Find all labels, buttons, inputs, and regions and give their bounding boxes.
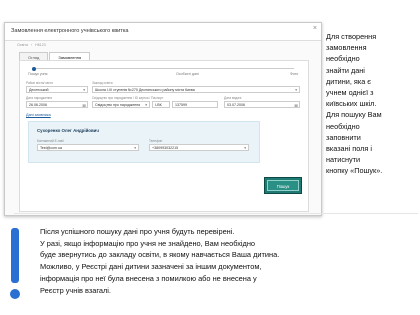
instruction-side-text: Для створення замовлення необхідно знайт… <box>326 31 418 177</box>
breadcrumb-item[interactable]: НК123 <box>35 43 46 47</box>
search-button[interactable]: Пошук <box>267 180 299 191</box>
dob-value: 26.06.2006 <box>29 103 47 107</box>
step-personal: Особисті дані <box>176 72 199 76</box>
city-label: Район міста/ місто <box>26 81 54 85</box>
note-line: буде звернутись до закладу освіти, в яко… <box>40 250 280 260</box>
phone-value: +380993032215 <box>152 146 179 150</box>
step-search: Пошук учня <box>28 72 48 76</box>
note-line: інформація про неї була внесена з помилк… <box>40 273 257 283</box>
side-text-line: Для пошуку Вам <box>326 110 382 120</box>
side-text-line: замовлення <box>326 43 367 53</box>
document-type-value: Свідоцтво про народження <box>95 103 141 107</box>
email-label: Контактний E-mail <box>37 139 64 143</box>
school-value: Школа І-ІІІ ступенів №270 Деснянського р… <box>95 88 195 92</box>
applicant-section-title[interactable]: Дані заявника <box>26 113 51 117</box>
applicant-card: Сухоренко Олег Андрійович Контактний E-m… <box>28 121 260 163</box>
issue-date-input[interactable]: 03.07.2006 ▦ <box>224 101 300 108</box>
active-step-dot <box>32 66 36 71</box>
school-select[interactable]: Школа І-ІІІ ступенів №270 Деснянського р… <box>92 86 300 93</box>
calendar-icon[interactable]: ▦ <box>82 102 86 107</box>
issue-date-label: Дата видачі <box>224 96 242 100</box>
dob-input[interactable]: 26.06.2006 ▦ <box>26 101 88 108</box>
window-title: Замовлення електронного учнівського квит… <box>5 23 321 41</box>
side-text-line: учнем однієї з <box>326 88 374 98</box>
side-text-line: натиснути <box>326 155 361 165</box>
side-text-line: необхідно <box>326 121 360 131</box>
phone-select[interactable]: +380993032215 <box>149 144 249 151</box>
exclamation-icon <box>11 228 19 283</box>
dob-label: Дата народження <box>26 96 52 100</box>
applicant-name: Сухоренко Олег Андрійович <box>37 128 99 133</box>
phone-label: Телефон <box>149 139 163 143</box>
school-label: Заклад освіти <box>92 81 113 85</box>
divider <box>14 213 418 214</box>
search-button-highlight: Пошук <box>264 177 302 194</box>
side-text-line: знайти дані <box>326 65 365 75</box>
close-icon[interactable]: × <box>313 25 317 32</box>
note-line: Реєстр учнів взагалі. <box>40 285 111 295</box>
breadcrumb-item[interactable]: Освіта <box>17 43 28 47</box>
warning-note-text: Після успішного пошуку дані про учня буд… <box>40 226 418 296</box>
city-select[interactable]: Десенський <box>26 86 88 93</box>
side-text-line: кнопку «Пошук». <box>326 166 383 176</box>
document-series-value: І-ВК <box>155 103 162 107</box>
side-text-line: дитини, яка є <box>326 76 372 86</box>
email-select[interactable]: Test@com.ua <box>37 144 139 151</box>
note-line: Після успішного пошуку дані про учня буд… <box>40 227 235 236</box>
order-form-panel: Пошук учня Особисті дані Фото Район міст… <box>19 60 309 212</box>
side-text-line: необхідно <box>326 54 360 64</box>
document-series-input[interactable]: І-ВК <box>152 101 170 108</box>
exclamation-dot-icon <box>10 289 20 299</box>
document-number-input[interactable]: 137599 <box>172 101 218 108</box>
document-type-select[interactable]: Свідоцтво про народження <box>92 101 150 108</box>
breadcrumb: Освіта › НК123 <box>17 43 46 47</box>
document-label: Свідоцтво про народження / ID картка / П… <box>92 96 164 100</box>
side-text-line: вказані поля і <box>326 144 372 154</box>
side-text-line: заповнити <box>326 132 361 142</box>
progress-line <box>34 68 294 69</box>
ticket-order-screenshot: Замовлення електронного учнівського квит… <box>4 22 322 216</box>
calendar-icon[interactable]: ▦ <box>294 102 298 107</box>
progress-steps: Пошук учня Особисті дані Фото <box>26 65 302 77</box>
city-value: Десенський <box>29 88 49 92</box>
step-photo: Фото <box>290 72 299 76</box>
note-line: Можливо, у Реєстрі дані дитини зазначені… <box>40 262 262 272</box>
issue-date-value: 03.07.2006 <box>227 103 245 107</box>
side-text-line: Для створення <box>326 32 377 41</box>
note-line: У разі, якщо інформацію про учня не знай… <box>40 238 256 248</box>
side-text-line: київських шкіл. <box>326 99 377 109</box>
email-value: Test@com.ua <box>40 146 63 150</box>
document-number-value: 137599 <box>175 103 187 107</box>
